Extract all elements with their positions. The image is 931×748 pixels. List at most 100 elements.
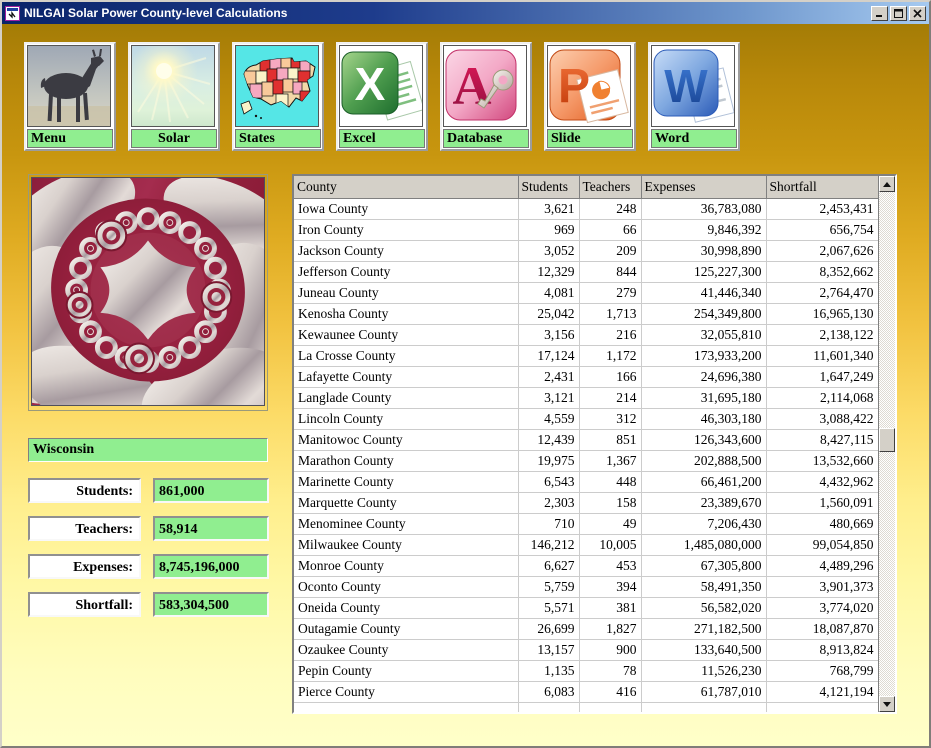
table-cell[interactable]: Pepin County — [294, 660, 518, 681]
table-cell[interactable]: 13,157 — [518, 639, 579, 660]
table-cell[interactable]: 18,087,870 — [766, 618, 878, 639]
table-cell[interactable]: 202,888,500 — [641, 450, 766, 471]
table-cell[interactable]: 19,975 — [518, 450, 579, 471]
table-cell[interactable]: 279 — [579, 282, 641, 303]
table-cell[interactable]: 99,054,850 — [766, 534, 878, 555]
table-cell[interactable]: Iron County — [294, 219, 518, 240]
table-cell[interactable]: 254,349,800 — [641, 303, 766, 324]
table-cell[interactable]: 1,135 — [518, 660, 579, 681]
table-cell[interactable]: 2,431 — [518, 366, 579, 387]
table-cell[interactable]: 4,432,962 — [766, 471, 878, 492]
table-cell[interactable]: 710 — [518, 513, 579, 534]
table-cell[interactable]: Iowa County — [294, 198, 518, 219]
table-cell[interactable]: 844 — [579, 261, 641, 282]
titlebar[interactable]: NILGAI Solar Power County-level Calculat… — [2, 2, 929, 24]
shortfall-value-field[interactable]: 583,304,500 — [153, 592, 269, 617]
table-cell[interactable]: 5,571 — [518, 597, 579, 618]
table-cell[interactable]: 1,485,080,000 — [641, 534, 766, 555]
table-cell[interactable]: La Crosse County — [294, 345, 518, 366]
table-cell[interactable]: 46,303,180 — [641, 408, 766, 429]
table-cell[interactable]: 36,783,080 — [641, 198, 766, 219]
vertical-scrollbar[interactable] — [878, 176, 895, 712]
table-cell[interactable]: 2,067,626 — [766, 240, 878, 261]
scrollbar-thumb[interactable] — [879, 428, 895, 452]
scroll-down-button[interactable] — [879, 696, 895, 712]
table-cell[interactable]: Milwaukee County — [294, 534, 518, 555]
table-cell[interactable]: 248 — [579, 198, 641, 219]
table-cell[interactable]: 25,042 — [518, 303, 579, 324]
table-cell[interactable]: 4,121,194 — [766, 681, 878, 702]
table-cell[interactable]: 125,227,300 — [641, 261, 766, 282]
table-cell[interactable]: 8,352,662 — [766, 261, 878, 282]
table-cell[interactable]: 6,083 — [518, 681, 579, 702]
table-cell[interactable]: 2,453,431 — [766, 198, 878, 219]
table-cell[interactable]: 66 — [579, 219, 641, 240]
table-cell[interactable]: 67,305,800 — [641, 555, 766, 576]
table-cell[interactable]: 1,647,249 — [766, 366, 878, 387]
students-value-field[interactable]: 861,000 — [153, 478, 269, 503]
table-cell[interactable]: Lincoln County — [294, 408, 518, 429]
table-cell[interactable]: 166 — [579, 366, 641, 387]
close-button[interactable] — [909, 6, 926, 21]
table-cell[interactable]: 11,601,340 — [766, 345, 878, 366]
database-button[interactable]: A Database — [440, 42, 532, 151]
table-cell[interactable]: 3,774,020 — [766, 597, 878, 618]
table-cell[interactable]: 13,532,660 — [766, 450, 878, 471]
table-cell[interactable]: 12,329 — [518, 261, 579, 282]
table-cell[interactable]: 66,461,200 — [641, 471, 766, 492]
table-cell[interactable]: 851 — [579, 429, 641, 450]
table-cell[interactable]: 768,799 — [766, 660, 878, 681]
table-cell[interactable]: 1,827 — [579, 618, 641, 639]
table-cell[interactable]: 394 — [579, 576, 641, 597]
table-cell[interactable]: 17,124 — [518, 345, 579, 366]
table-cell[interactable]: 271,182,500 — [641, 618, 766, 639]
states-button[interactable]: States — [232, 42, 324, 151]
table-cell[interactable]: 3,121 — [518, 387, 579, 408]
table-cell[interactable]: 4,489,296 — [766, 555, 878, 576]
table-cell[interactable]: 58,491,350 — [641, 576, 766, 597]
table-cell[interactable]: 448 — [579, 471, 641, 492]
table-cell[interactable]: 30,998,890 — [641, 240, 766, 261]
table-cell[interactable]: Jefferson County — [294, 261, 518, 282]
table-cell[interactable]: Langlade County — [294, 387, 518, 408]
table-cell[interactable]: 312 — [579, 408, 641, 429]
table-cell[interactable]: 1,713 — [579, 303, 641, 324]
excel-button[interactable]: X Excel — [336, 42, 428, 151]
table-cell[interactable]: Marinette County — [294, 471, 518, 492]
table-cell[interactable]: 16,965,130 — [766, 303, 878, 324]
table-cell[interactable]: 31,695,180 — [641, 387, 766, 408]
table-cell[interactable]: 216 — [579, 324, 641, 345]
table-cell[interactable]: 1,172 — [579, 345, 641, 366]
table-cell[interactable]: Kenosha County — [294, 303, 518, 324]
table-cell[interactable]: Juneau County — [294, 282, 518, 303]
table-cell[interactable]: Pierce County — [294, 681, 518, 702]
expenses-value-field[interactable]: 8,745,196,000 — [153, 554, 269, 579]
table-cell[interactable]: 26,699 — [518, 618, 579, 639]
table-cell[interactable]: 146,212 — [518, 534, 579, 555]
table-cell[interactable]: Monroe County — [294, 555, 518, 576]
table-cell[interactable]: 24,696,380 — [641, 366, 766, 387]
table-cell[interactable]: 6,543 — [518, 471, 579, 492]
table-cell[interactable]: 2,114,068 — [766, 387, 878, 408]
column-header-shortfall[interactable]: Shortfall — [766, 176, 878, 198]
table-cell[interactable]: 126,343,600 — [641, 429, 766, 450]
table-cell[interactable]: 1,560,091 — [766, 492, 878, 513]
table-cell[interactable]: 3,901,373 — [766, 576, 878, 597]
table-cell[interactable]: 56,582,020 — [641, 597, 766, 618]
table-cell[interactable]: 4,559 — [518, 408, 579, 429]
table-cell[interactable]: 23,389,670 — [641, 492, 766, 513]
table-cell[interactable]: Menominee County — [294, 513, 518, 534]
table-cell[interactable]: 656,754 — [766, 219, 878, 240]
table-cell[interactable]: Kewaunee County — [294, 324, 518, 345]
table-cell[interactable]: 8,913,824 — [766, 639, 878, 660]
table-cell[interactable]: 12,439 — [518, 429, 579, 450]
table-cell[interactable]: 2,138,122 — [766, 324, 878, 345]
table-cell[interactable]: 381 — [579, 597, 641, 618]
table-cell[interactable]: 4,081 — [518, 282, 579, 303]
table-cell[interactable]: Lafayette County — [294, 366, 518, 387]
table-cell[interactable]: 61,787,010 — [641, 681, 766, 702]
scroll-up-button[interactable] — [879, 176, 895, 192]
table-cell[interactable]: 900 — [579, 639, 641, 660]
table-cell[interactable]: 8,427,115 — [766, 429, 878, 450]
table-cell[interactable]: 78 — [579, 660, 641, 681]
